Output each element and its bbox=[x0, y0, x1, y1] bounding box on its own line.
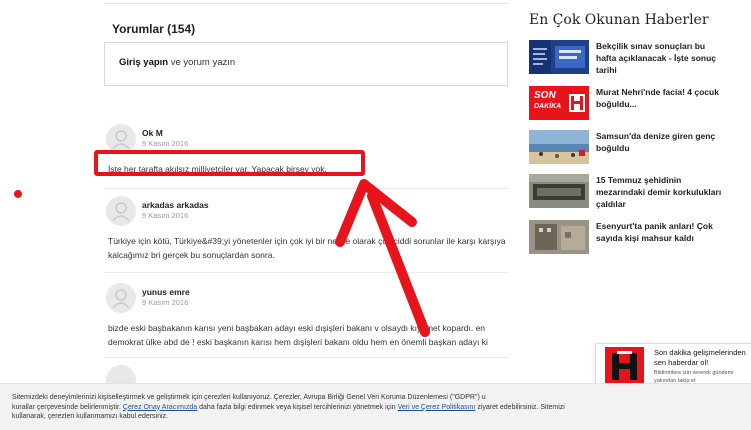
cookie-banner: Sitemizdeki deneyimlerinizi kişiselleşti… bbox=[0, 383, 751, 430]
news-item[interactable]: Samsun'da denize giren genç boğuldu bbox=[529, 130, 739, 170]
comment-date: 9 Kasım 2016 bbox=[142, 298, 189, 307]
brand-logo-icon bbox=[605, 347, 644, 386]
cookie-line: Sitemizdeki deneyimlerinizi kişiselleşti… bbox=[12, 394, 486, 401]
news-item[interactable]: SON DAKİKA Murat Nehri'nde facia! 4 çocu… bbox=[529, 86, 739, 126]
comment-divider bbox=[104, 272, 508, 273]
comment-author[interactable]: Ok M bbox=[142, 128, 163, 138]
cookie-line: kullanarak, çerezleri kullanmamızı kabul… bbox=[12, 413, 169, 420]
comment-author[interactable]: yunus emre bbox=[142, 287, 190, 297]
push-notification-popup[interactable]: Son dakika gelişmelerinden sen haberdar … bbox=[595, 343, 751, 386]
news-title[interactable]: Bekçilik sınav sonuçları bu hafta açıkla… bbox=[596, 40, 726, 76]
comment-date: 9 Kasım 2016 bbox=[142, 139, 189, 148]
son-dakika-sublabel: DAKİKA bbox=[534, 103, 562, 110]
son-dakika-label: SON bbox=[534, 90, 556, 101]
news-title[interactable]: Murat Nehri'nde facia! 4 çocuk boğuldu..… bbox=[596, 86, 726, 110]
comment-item: arkadas arkadas 9 Kasım 2016 Türkiye içi… bbox=[104, 196, 508, 272]
top-divider bbox=[104, 0, 508, 4]
cookie-line: kurallar çerçevesinde belirlenmiştir. Çe… bbox=[12, 403, 742, 413]
comments-heading: Yorumlar (154) bbox=[112, 22, 196, 36]
news-thumbnail[interactable] bbox=[529, 220, 589, 254]
news-item[interactable]: Bekçilik sınav sonuçları bu hafta açıkla… bbox=[529, 40, 739, 80]
page: Yorumlar (154) Giriş yapın ve yorum yazı… bbox=[0, 0, 751, 430]
news-thumbnail[interactable] bbox=[529, 174, 589, 208]
comment-date: 9 Kasım 2016 bbox=[142, 211, 189, 220]
cookie-text-segment: kurallar çerçevesinde belirlenmiştir. bbox=[12, 403, 123, 411]
comment-text: Türkiye için kötü, Türkiye&#39;yi yönete… bbox=[108, 236, 506, 260]
cookie-text-segment: ziyaret edebilirsiniz. Sitemizi bbox=[475, 403, 565, 411]
comment-text: bizde eski başbakanın karısı yeni başbak… bbox=[108, 323, 488, 347]
avatar bbox=[106, 196, 136, 226]
login-prompt-text: ve yorum yazın bbox=[168, 57, 236, 68]
news-thumbnail[interactable] bbox=[529, 130, 589, 164]
cookie-consent-tool-link[interactable]: Çerez Onay Aracımızda bbox=[123, 404, 197, 411]
cookie-text: Sitemizdeki deneyimlerinizi kişiselleşti… bbox=[12, 393, 742, 422]
news-item[interactable]: 15 Temmuz şehidinin mezarındaki demir ko… bbox=[529, 174, 739, 214]
avatar bbox=[106, 283, 136, 313]
comment-author[interactable]: arkadas arkadas bbox=[142, 200, 209, 210]
news-thumbnail[interactable] bbox=[529, 40, 589, 74]
news-item[interactable]: Esenyurt'ta panik anları! Çok sayıda kiş… bbox=[529, 220, 739, 260]
notification-title-line: sen haberdar ol! bbox=[654, 358, 709, 367]
news-title[interactable]: Esenyurt'ta panik anları! Çok sayıda kiş… bbox=[596, 220, 726, 244]
cookie-text-segment: daha fazla bilgi edinmek veya kişisel te… bbox=[197, 403, 398, 411]
notification-title-line: Son dakika gelişmelerinden bbox=[654, 348, 746, 357]
news-title[interactable]: Samsun'da denize giren genç boğuldu bbox=[596, 130, 726, 154]
notification-title: Son dakika gelişmelerinden sen haberdar … bbox=[654, 348, 751, 368]
most-read-title: En Çok Okunan Haberler bbox=[529, 12, 709, 28]
comment-divider bbox=[104, 188, 508, 189]
news-thumbnail[interactable]: SON DAKİKA bbox=[529, 86, 589, 120]
red-dot-marker bbox=[14, 190, 22, 198]
news-title[interactable]: 15 Temmuz şehidinin mezarındaki demir ko… bbox=[596, 174, 726, 210]
comment-divider bbox=[104, 357, 508, 358]
login-link[interactable]: Giriş yapın bbox=[119, 57, 168, 68]
login-prompt-box[interactable]: Giriş yapın ve yorum yazın bbox=[104, 42, 508, 86]
comment-item: yunus emre 9 Kasım 2016 bizde eski başba… bbox=[104, 283, 508, 353]
data-cookie-policy-link[interactable]: Veri ve Çerez Politikasını bbox=[398, 404, 476, 411]
notification-subtitle-line: Bildirimlere izin vererek gündemi bbox=[654, 370, 734, 376]
highlight-box bbox=[94, 150, 365, 176]
